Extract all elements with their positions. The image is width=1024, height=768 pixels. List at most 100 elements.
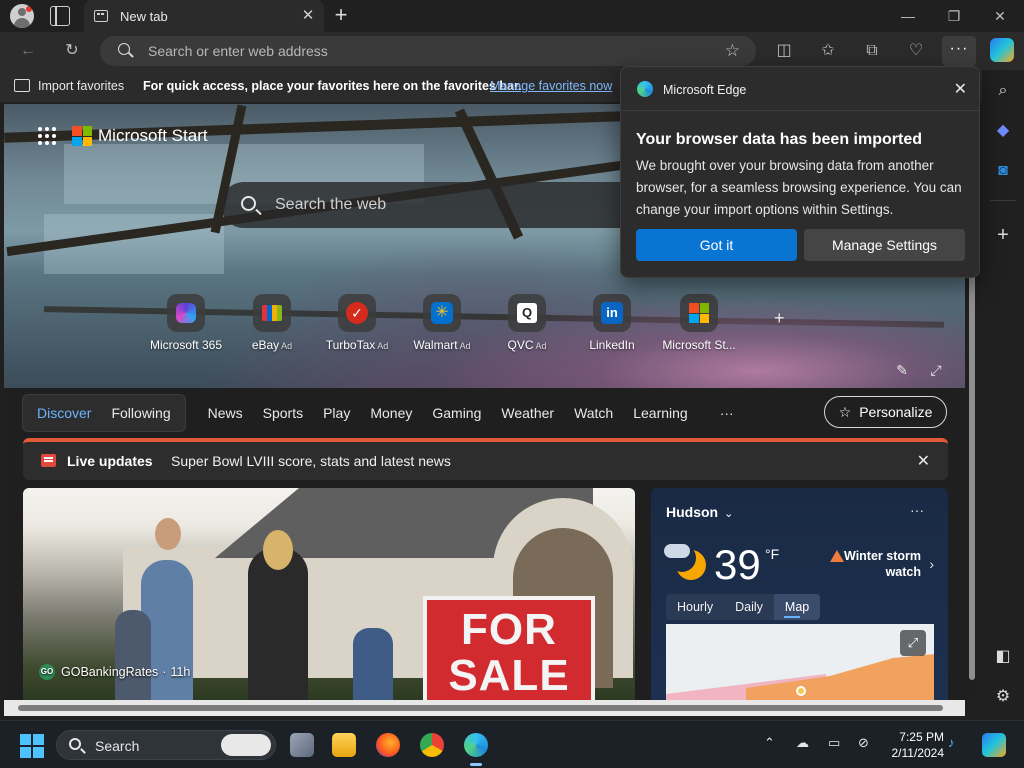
copilot-taskbar-icon[interactable]: [982, 733, 1006, 757]
quick-link-ebay[interactable]: eBay Ad: [227, 294, 317, 352]
quick-link-qvc[interactable]: Q QVC Ad: [482, 294, 572, 352]
restore-icon[interactable]: ❐: [944, 6, 964, 26]
favorites-icon[interactable]: ✩: [818, 41, 838, 61]
background-info-icon[interactable]: ✎: [894, 362, 910, 378]
ad-badge: Ad: [535, 341, 547, 351]
live-updates-headline[interactable]: Super Bowl LVIII score, stats and latest…: [171, 453, 451, 469]
sidebar-copilot-icon[interactable]: ◆: [992, 120, 1014, 142]
sidebar-search-icon[interactable]: ⌕: [992, 80, 1014, 102]
popup-header: Microsoft Edge ✕: [621, 67, 979, 111]
collections-icon[interactable]: ⧉: [862, 41, 882, 61]
tab-sports[interactable]: Sports: [253, 405, 313, 421]
quick-link-turbotax[interactable]: ✓ TurboTax Ad: [312, 294, 402, 352]
more-tabs-button[interactable]: ···: [698, 405, 750, 421]
news-feed: Discover Following News Sports Play Mone…: [4, 388, 965, 700]
copilot-icon[interactable]: [990, 38, 1014, 62]
tab-learning[interactable]: Learning: [623, 405, 698, 421]
sidebar-add-icon[interactable]: +: [992, 224, 1014, 246]
tab-money[interactable]: Money: [360, 405, 422, 421]
tab-map[interactable]: Map: [773, 594, 821, 620]
tab-actions-icon[interactable]: [50, 6, 70, 26]
profile-avatar-icon[interactable]: [10, 4, 34, 28]
quick-link-walmart[interactable]: ✳ Walmart Ad: [397, 294, 487, 352]
new-tab-page-icon: [94, 10, 108, 22]
personalize-button[interactable]: ☆ Personalize: [824, 396, 947, 428]
news-card[interactable]: FOR SALE GO GOBankingRates · 11h: [23, 488, 635, 700]
weather-card[interactable]: Hudson ⌄ ··· 39 °F Winter storm watch › H…: [651, 488, 948, 700]
sign-line-2: SALE: [448, 651, 570, 700]
manage-favorites-link[interactable]: Manage favorites now: [490, 79, 612, 93]
display-icon[interactable]: ▭: [828, 735, 840, 751]
back-arrow-icon[interactable]: ←: [18, 41, 38, 61]
app-launcher-icon[interactable]: [38, 127, 56, 145]
hide-sidebar-icon[interactable]: ◧: [992, 646, 1014, 668]
quick-link-label: Microsoft 365: [149, 338, 223, 352]
split-screen-icon[interactable]: ◫: [774, 41, 794, 61]
quick-link-microsoft-store[interactable]: Microsoft St...: [654, 294, 744, 352]
show-hidden-icons-chevron-icon[interactable]: ⌃: [764, 735, 775, 751]
web-search-box[interactable]: [221, 182, 641, 228]
tab-discover[interactable]: Discover: [27, 394, 101, 432]
browser-essentials-icon[interactable]: ♡: [906, 41, 926, 61]
close-window-icon[interactable]: ✕: [990, 6, 1010, 26]
taskbar-search[interactable]: Search: [56, 730, 276, 760]
tab-following[interactable]: Following: [101, 394, 180, 432]
tab-weather[interactable]: Weather: [491, 405, 564, 421]
got-it-button[interactable]: Got it: [636, 229, 797, 261]
outlook-icon[interactable]: ◙: [992, 160, 1014, 182]
network-icon[interactable]: ⊘: [858, 735, 869, 751]
clock-date: 2/11/2024: [891, 746, 945, 760]
search-highlight-icon: [221, 734, 271, 756]
file-explorer-icon[interactable]: [332, 733, 356, 757]
quick-link-label: Walmart: [413, 338, 458, 352]
horizontal-scrollbar[interactable]: [4, 700, 965, 716]
close-popup-icon[interactable]: ✕: [954, 79, 967, 99]
windows-start-icon[interactable]: [20, 734, 44, 758]
quick-link-label: QVC: [507, 338, 534, 352]
quick-link-microsoft-365[interactable]: Microsoft 365: [141, 294, 231, 352]
edge-taskbar-icon[interactable]: [464, 733, 488, 757]
add-favorite-star-icon[interactable]: ☆: [725, 41, 740, 61]
weather-alert[interactable]: Winter storm watch: [829, 548, 921, 580]
close-tab-icon[interactable]: ✕: [300, 8, 316, 24]
weather-location[interactable]: Hudson ⌄: [666, 504, 733, 520]
live-news-icon: [41, 454, 56, 467]
brand-title[interactable]: Microsoft Start: [98, 126, 208, 146]
new-tab-button[interactable]: +: [330, 4, 352, 26]
weather-map[interactable]: ⤢: [666, 624, 934, 700]
tab-title: New tab: [120, 8, 168, 24]
weather-more-options-icon[interactable]: ···: [910, 502, 924, 518]
firefox-icon[interactable]: [376, 733, 400, 757]
tab-hourly[interactable]: Hourly: [666, 594, 724, 620]
import-favorites-button[interactable]: Import favorites: [38, 79, 124, 93]
settings-and-more-button[interactable]: ···: [942, 36, 976, 66]
notification-bell-icon[interactable]: ♪: [948, 735, 955, 750]
chevron-right-icon[interactable]: ›: [929, 556, 934, 572]
add-quick-link-icon[interactable]: +: [774, 308, 785, 329]
sidebar-settings-gear-icon[interactable]: ⚙: [992, 686, 1014, 708]
right-sidebar: ⌕ ◆ ◙ + ◧ ⚙: [982, 70, 1024, 720]
web-search-input[interactable]: [275, 194, 615, 216]
expand-map-icon[interactable]: ⤢: [900, 630, 926, 656]
tab-new-tab[interactable]: New tab ✕: [84, 0, 324, 32]
tab-news[interactable]: News: [198, 405, 253, 421]
manage-settings-button[interactable]: Manage Settings: [804, 229, 965, 261]
tab-daily[interactable]: Daily: [724, 594, 774, 620]
live-updates-banner[interactable]: Live updates Super Bowl LVIII score, sta…: [23, 438, 948, 480]
task-view-icon[interactable]: [290, 733, 314, 757]
close-banner-icon[interactable]: ✕: [917, 451, 930, 471]
address-bar[interactable]: ☆: [100, 36, 756, 66]
clock[interactable]: 7:25 PM 2/11/2024: [884, 729, 945, 761]
import-favorites-icon[interactable]: [14, 79, 30, 92]
minimize-icon[interactable]: —: [898, 6, 918, 26]
expand-icon[interactable]: ⤢: [928, 362, 944, 378]
refresh-icon[interactable]: ↻: [62, 41, 82, 61]
personalize-label: Personalize: [859, 404, 933, 420]
quick-link-linkedin[interactable]: in LinkedIn: [567, 294, 657, 352]
tab-gaming[interactable]: Gaming: [422, 405, 491, 421]
address-input[interactable]: [148, 40, 708, 62]
onedrive-icon[interactable]: ☁: [796, 735, 809, 751]
chrome-icon[interactable]: [420, 733, 444, 757]
tab-play[interactable]: Play: [313, 405, 360, 421]
tab-watch[interactable]: Watch: [564, 405, 623, 421]
